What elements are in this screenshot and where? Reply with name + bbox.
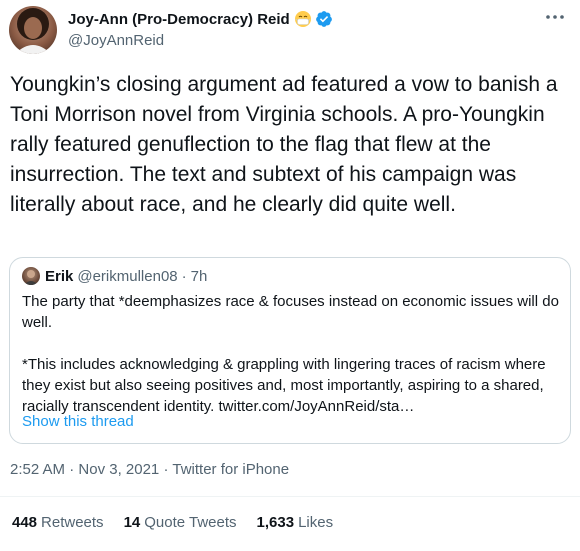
quoted-paragraph-1: The party that *deemphasizes race & focu… (22, 293, 559, 331)
tweet-time[interactable]: 2:52 AM (10, 461, 65, 478)
separator-dot: · (181, 267, 187, 285)
separator-dot: · (163, 461, 169, 478)
author-display-name[interactable]: Joy-Ann (Pro-Democracy) Reid (68, 11, 290, 28)
tweet-stats: 448 Retweets 14 Quote Tweets 1,633 Likes (12, 514, 353, 531)
tweet-text: Youngkin’s closing argument ad featured … (10, 73, 558, 216)
quoted-tweet-header: Erik @erikmullen08 · 7h (22, 267, 207, 285)
quote-tweets-stat[interactable]: 14 Quote Tweets (124, 514, 237, 531)
retweets-stat[interactable]: 448 Retweets (12, 514, 104, 531)
author-name-block: Joy-Ann (Pro-Democracy) Reid @JoyAnnReid (68, 8, 333, 49)
quoted-author-avatar (22, 267, 40, 285)
quoted-tweet-age: 7h (190, 267, 208, 285)
show-thread-link[interactable]: Show this thread (22, 413, 134, 430)
tweet-header: Joy-Ann (Pro-Democracy) Reid @JoyAnnReid (9, 6, 570, 56)
tweet-source[interactable]: Twitter for iPhone (172, 461, 289, 478)
retweets-label: Retweets (41, 514, 104, 531)
quoted-tweet[interactable]: Erik @erikmullen08 · 7h The party that *… (9, 257, 571, 444)
likes-count: 1,633 (256, 514, 295, 531)
tweet-timestamp: 2:52 AM · Nov 3, 2021 · Twitter for iPho… (10, 461, 289, 478)
retweets-count: 448 (12, 514, 38, 531)
likes-label: Likes (298, 514, 334, 531)
quote-tweets-count: 14 (123, 514, 141, 531)
quoted-paragraph-2: *This includes acknowledging & grappling… (22, 356, 546, 415)
quoted-author-handle: @erikmullen08 (77, 267, 178, 285)
author-handle[interactable]: @JoyAnnReid (68, 32, 333, 49)
separator-dot: · (69, 461, 75, 478)
quote-tweets-label: Quote Tweets (144, 514, 237, 531)
face-with-medical-mask-icon (294, 10, 312, 28)
likes-stat[interactable]: 1,633 Likes (257, 514, 334, 531)
quoted-author-name: Erik (45, 267, 74, 285)
quoted-tweet-body: The party that *deemphasizes race & focu… (22, 291, 562, 417)
verified-badge-icon (315, 10, 333, 28)
author-avatar[interactable] (9, 6, 57, 54)
tweet-date[interactable]: Nov 3, 2021 (78, 461, 159, 478)
divider (0, 496, 580, 497)
more-options-icon[interactable] (544, 10, 566, 24)
